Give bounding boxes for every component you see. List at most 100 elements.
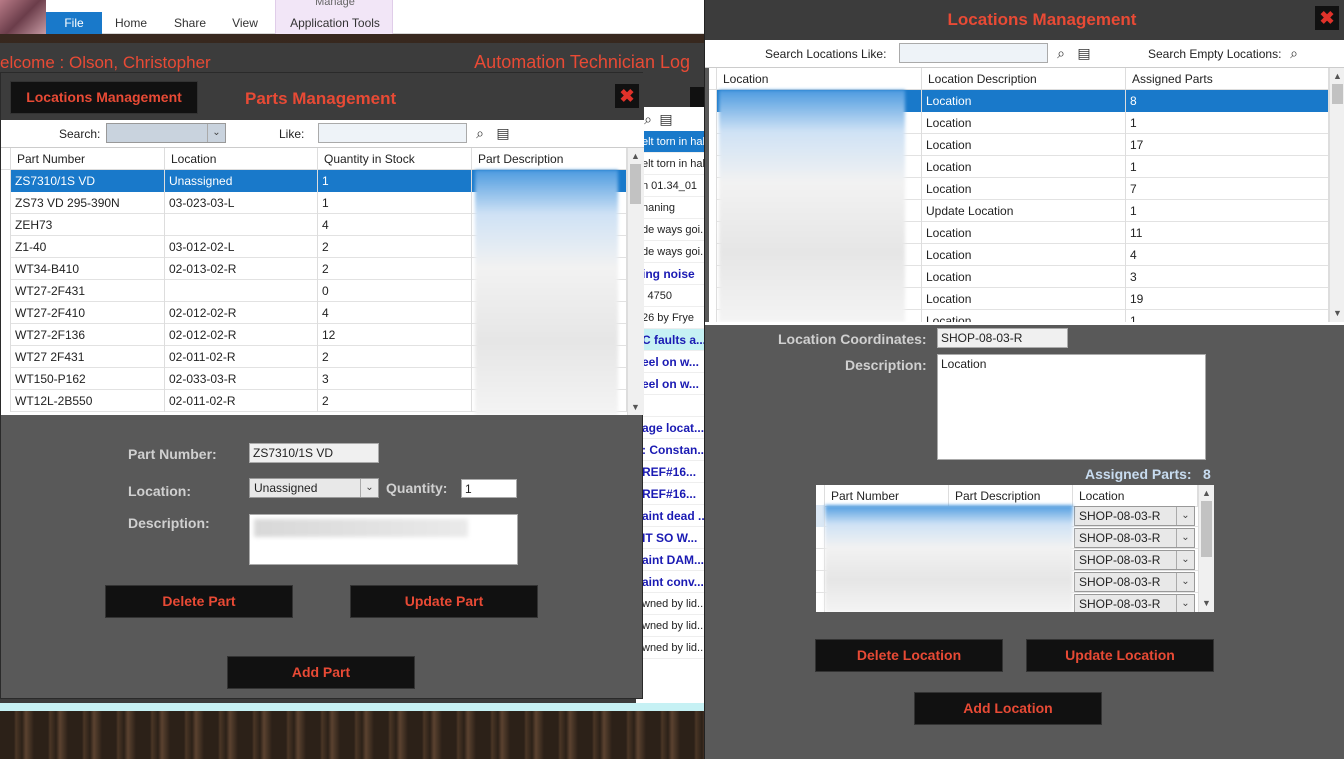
scroll-up-icon[interactable]: ▲ bbox=[1199, 486, 1214, 500]
export-icon[interactable]: ▤ bbox=[495, 125, 511, 141]
scroll-up-icon[interactable]: ▲ bbox=[628, 149, 643, 163]
row-header[interactable] bbox=[816, 505, 825, 527]
log-list-item[interactable]: C faults a... bbox=[636, 329, 704, 351]
log-list-item[interactable]: n 01.34_01 bbox=[636, 175, 704, 197]
tab-view[interactable]: View bbox=[220, 12, 270, 34]
scroll-down-icon[interactable]: ▼ bbox=[1199, 596, 1214, 610]
row-header[interactable] bbox=[709, 178, 717, 200]
row-header[interactable] bbox=[709, 200, 717, 222]
col-part-number[interactable]: Part Number bbox=[11, 148, 165, 170]
row-header[interactable] bbox=[816, 593, 825, 612]
log-list-item[interactable]: de ways goi... bbox=[636, 219, 704, 241]
row-header[interactable] bbox=[1, 192, 11, 214]
close-icon[interactable]: ✖ bbox=[615, 84, 639, 108]
update-part-button[interactable]: Update Part bbox=[350, 585, 538, 618]
location-description-field[interactable]: Location bbox=[937, 354, 1206, 460]
log-list-item[interactable]: wned by lid... bbox=[636, 593, 704, 615]
part-number-field[interactable]: ZS7310/1S VD bbox=[249, 443, 379, 463]
row-header[interactable] bbox=[1, 258, 11, 280]
row-header[interactable] bbox=[709, 90, 717, 112]
scroll-thumb[interactable] bbox=[630, 164, 641, 204]
locations-grid-scrollbar[interactable]: ▲ ▼ bbox=[1329, 68, 1344, 322]
delete-part-button[interactable]: Delete Part bbox=[105, 585, 293, 618]
col-location[interactable]: Location bbox=[165, 148, 318, 170]
row-header[interactable] bbox=[1, 170, 11, 192]
location-select[interactable]: SHOP-08-03-R ⌄ bbox=[1074, 594, 1195, 612]
search-locations-input[interactable] bbox=[899, 43, 1048, 63]
log-list-item[interactable]: REF#16... bbox=[636, 461, 704, 483]
row-header[interactable] bbox=[816, 549, 825, 571]
row-header[interactable] bbox=[1, 346, 11, 368]
log-list-item[interactable]: wned by lid... bbox=[636, 637, 704, 659]
tab-application-tools[interactable]: Application Tools bbox=[276, 12, 394, 34]
update-location-button[interactable]: Update Location bbox=[1026, 639, 1214, 672]
locations-grid[interactable]: Location Location Description Assigned P… bbox=[709, 68, 1344, 322]
log-list-item[interactable]: naning bbox=[636, 197, 704, 219]
quantity-field[interactable]: 1 bbox=[461, 479, 517, 498]
tab-share[interactable]: Share bbox=[164, 12, 216, 34]
row-header[interactable] bbox=[709, 244, 717, 266]
scroll-thumb[interactable] bbox=[1332, 84, 1343, 104]
log-list-item[interactable]: ing noise bbox=[636, 263, 704, 285]
row-header[interactable] bbox=[1, 390, 11, 412]
export-icon[interactable]: ▤ bbox=[658, 111, 674, 127]
row-header[interactable] bbox=[1, 324, 11, 346]
scroll-down-icon[interactable]: ▼ bbox=[628, 400, 643, 414]
location-coordinates-field[interactable]: SHOP-08-03-R bbox=[937, 328, 1068, 348]
description-field[interactable] bbox=[249, 514, 518, 565]
delete-location-button[interactable]: Delete Location bbox=[815, 639, 1003, 672]
log-list[interactable]: elt torn in hal...elt torn in hal...n 01… bbox=[636, 131, 704, 703]
log-list-item[interactable] bbox=[636, 395, 704, 417]
scroll-down-icon[interactable]: ▼ bbox=[1330, 306, 1344, 320]
tab-home[interactable]: Home bbox=[104, 12, 158, 34]
row-header[interactable] bbox=[816, 527, 825, 549]
col-location-description[interactable]: Location Description bbox=[922, 68, 1126, 90]
log-list-item[interactable]: 26 by Frye bbox=[636, 307, 704, 329]
close-icon[interactable]: ✖ bbox=[1315, 6, 1339, 30]
log-list-item[interactable]: elt torn in hal... bbox=[636, 153, 704, 175]
row-header[interactable] bbox=[816, 571, 825, 593]
export-icon[interactable]: ▤ bbox=[1076, 45, 1092, 61]
log-list-item[interactable]: REF#16... bbox=[636, 483, 704, 505]
assigned-parts-scrollbar[interactable]: ▲ ▼ bbox=[1198, 485, 1214, 612]
row-header[interactable] bbox=[1, 280, 11, 302]
log-list-item[interactable]: age locat... bbox=[636, 417, 704, 439]
log-list-item[interactable]: l 4750 bbox=[636, 285, 704, 307]
col-quantity[interactable]: Quantity in Stock bbox=[318, 148, 472, 170]
log-list-item[interactable]: aint DAM... bbox=[636, 549, 704, 571]
search-column-select[interactable]: ⌄ bbox=[106, 123, 226, 143]
location-select[interactable]: SHOP-08-03-R ⌄ bbox=[1074, 572, 1195, 592]
row-header[interactable] bbox=[709, 134, 717, 156]
col-location[interactable]: Location bbox=[1073, 485, 1198, 507]
log-list-item[interactable]: aint dead ... bbox=[636, 505, 704, 527]
row-header[interactable] bbox=[709, 288, 717, 310]
tab-file[interactable]: File bbox=[46, 12, 102, 34]
like-input[interactable] bbox=[318, 123, 467, 143]
log-list-item[interactable]: eel on w... bbox=[636, 351, 704, 373]
location-select[interactable]: SHOP-08-03-R ⌄ bbox=[1074, 506, 1195, 526]
location-select[interactable]: SHOP-08-03-R ⌄ bbox=[1074, 528, 1195, 548]
log-list-item[interactable]: aint conv... bbox=[636, 571, 704, 593]
log-list-item[interactable]: IT SO W... bbox=[636, 527, 704, 549]
search-icon[interactable]: ⌕ bbox=[1053, 45, 1069, 61]
parts-grid-scrollbar[interactable]: ▲ ▼ bbox=[627, 148, 644, 415]
log-list-item[interactable]: de ways goi... bbox=[636, 241, 704, 263]
col-part-description[interactable]: Part Description bbox=[949, 485, 1073, 507]
col-assigned-parts[interactable]: Assigned Parts bbox=[1126, 68, 1329, 90]
locations-management-button[interactable]: Locations Management bbox=[10, 81, 198, 114]
log-list-item[interactable]: elt torn in hal... bbox=[636, 131, 704, 153]
col-part-number[interactable]: Part Number bbox=[825, 485, 949, 507]
log-list-item[interactable]: wned by lid... bbox=[636, 615, 704, 637]
assigned-parts-grid[interactable]: Part Number Part Description Location SH… bbox=[816, 485, 1214, 612]
row-header[interactable] bbox=[709, 310, 717, 322]
log-list-item[interactable]: : Constan... bbox=[636, 439, 704, 461]
location-select[interactable]: Unassigned ⌄ bbox=[249, 478, 379, 498]
scroll-thumb[interactable] bbox=[1201, 501, 1212, 557]
parts-grid[interactable]: Part Number Location Quantity in Stock P… bbox=[1, 148, 644, 415]
col-location[interactable]: Location bbox=[717, 68, 922, 90]
log-list-item[interactable]: eel on w... bbox=[636, 373, 704, 395]
location-select[interactable]: SHOP-08-03-R ⌄ bbox=[1074, 550, 1195, 570]
row-header[interactable] bbox=[709, 222, 717, 244]
row-header[interactable] bbox=[709, 112, 717, 134]
col-description[interactable]: Part Description bbox=[472, 148, 627, 170]
